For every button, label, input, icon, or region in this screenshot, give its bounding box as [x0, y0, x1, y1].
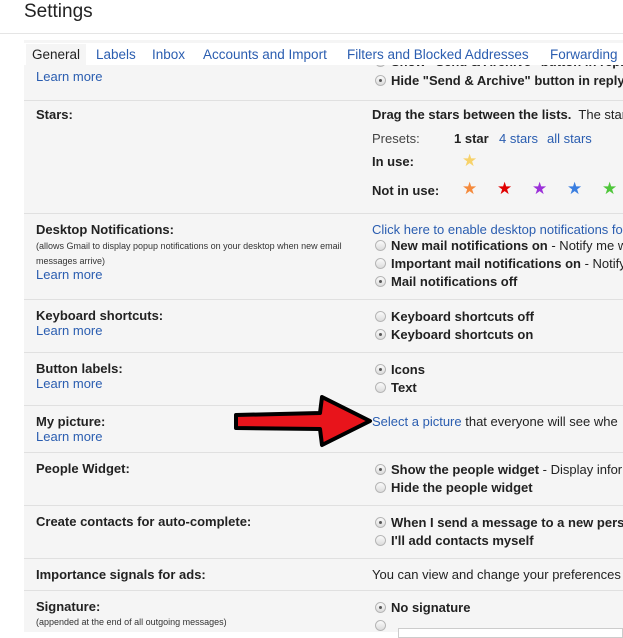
radio-new-mail[interactable]	[375, 240, 386, 251]
radio-show-people-widget[interactable]	[375, 464, 386, 475]
learn-more-link[interactable]: Learn more	[36, 323, 102, 338]
page-title: Settings	[24, 1, 93, 22]
red-arrow-annotation	[234, 395, 372, 447]
divider	[24, 590, 623, 591]
option-important-mail: Important mail notifications on	[391, 256, 581, 271]
option-hide-people-widget: Hide the people widget	[391, 480, 533, 495]
tab-accounts-import[interactable]: Accounts and Import	[203, 47, 327, 62]
radio-hide-send-archive[interactable]	[375, 75, 386, 86]
tab-filters[interactable]: Filters and Blocked Addresses	[347, 47, 529, 62]
presets-label: Presets:	[372, 131, 420, 146]
ads-desc: You can view and change your preferences	[372, 567, 623, 582]
option-shortcuts-off: Keyboard shortcuts off	[391, 309, 535, 324]
enable-desktop-notifications-link[interactable]: Click here to enable desktop notificatio…	[372, 222, 623, 237]
radio-no-signature[interactable]	[375, 602, 386, 613]
option-notifications-off: Mail notifications off	[391, 274, 518, 289]
option-text: Text	[391, 380, 417, 395]
select-picture-link[interactable]: Select a picture	[372, 414, 462, 429]
tab-labels[interactable]: Labels	[96, 47, 136, 62]
tab-general[interactable]: General	[26, 44, 87, 66]
option-show-people-widget-desc: - Display inform	[542, 462, 623, 477]
radio-auto-add-contacts[interactable]	[375, 517, 386, 528]
option-show-people-widget: Show the people widget	[391, 462, 540, 477]
option-add-contacts-myself: I'll add contacts myself	[391, 533, 534, 548]
divider	[24, 352, 623, 353]
stars-label: Stars:	[36, 107, 73, 122]
signature-editor[interactable]	[398, 628, 623, 638]
option-hide-send-archive: Hide "Send & Archive" button in reply	[391, 73, 623, 88]
learn-more-link[interactable]: Learn more	[36, 376, 102, 391]
divider	[24, 213, 623, 214]
radio-important-mail[interactable]	[375, 258, 386, 269]
stars-intro-bold: Drag the stars between the lists.	[372, 107, 572, 122]
star-icon-green[interactable]: ★	[602, 180, 617, 197]
radio-custom-signature[interactable]	[375, 620, 386, 631]
my-picture-label: My picture:	[36, 414, 106, 429]
in-use-label: In use:	[372, 154, 414, 169]
picture-desc: that everyone will see whe	[461, 414, 618, 429]
radio-icons[interactable]	[375, 364, 386, 375]
tab-inbox[interactable]: Inbox	[152, 47, 185, 62]
signature-label: Signature:	[36, 599, 101, 614]
learn-more-link[interactable]: Learn more	[36, 429, 102, 444]
option-icons: Icons	[391, 362, 425, 377]
tab-forwarding[interactable]: Forwarding	[550, 47, 618, 62]
radio-text[interactable]	[375, 382, 386, 393]
star-icon-orange[interactable]: ★	[462, 180, 477, 197]
radio-shortcuts-on[interactable]	[375, 329, 386, 340]
radio-hide-people-widget[interactable]	[375, 482, 386, 493]
header	[0, 0, 623, 34]
radio-add-contacts-myself[interactable]	[375, 535, 386, 546]
stars-intro: The star	[578, 107, 623, 122]
preset-4-stars[interactable]: 4 stars	[499, 131, 538, 146]
learn-more-link[interactable]: Learn more	[36, 267, 102, 282]
option-important-mail-desc: - Notify	[580, 256, 623, 271]
star-icon-yellow[interactable]: ★	[462, 152, 477, 169]
star-icon-red[interactable]: ★	[497, 180, 512, 197]
preset-all-stars[interactable]: all stars	[547, 131, 592, 146]
option-auto-add-contacts: When I send a message to a new perso	[391, 515, 623, 530]
preset-1-star[interactable]: 1 star	[454, 131, 489, 146]
learn-more-link[interactable]: Learn more	[36, 69, 102, 84]
option-new-mail: New mail notifications on	[391, 238, 548, 253]
desktop-notifications-label: Desktop Notifications:	[36, 222, 174, 237]
divider	[24, 505, 623, 506]
divider	[24, 558, 623, 559]
option-shortcuts-on: Keyboard shortcuts on	[391, 327, 534, 342]
divider	[24, 452, 623, 453]
desktop-note: (allows Gmail to display popup notificat…	[36, 241, 342, 251]
option-new-mail-desc: - Notify me w	[547, 238, 623, 253]
star-icon-blue[interactable]: ★	[567, 180, 582, 197]
create-contacts-label: Create contacts for auto-complete:	[36, 514, 252, 529]
option-no-signature: No signature	[391, 600, 471, 615]
not-in-use-label: Not in use:	[372, 183, 440, 198]
desktop-note-2: messages arrive)	[36, 256, 106, 266]
radio-notifications-off[interactable]	[375, 276, 386, 287]
ads-label: Importance signals for ads:	[36, 567, 206, 582]
keyboard-shortcuts-label: Keyboard shortcuts:	[36, 308, 164, 323]
star-icon-purple[interactable]: ★	[532, 180, 547, 197]
radio-shortcuts-off[interactable]	[375, 311, 386, 322]
signature-note: (appended at the end of all outgoing mes…	[36, 617, 227, 627]
divider	[24, 100, 623, 101]
people-widget-label: People Widget:	[36, 461, 130, 476]
button-labels-label: Button labels:	[36, 361, 123, 376]
divider	[24, 299, 623, 300]
